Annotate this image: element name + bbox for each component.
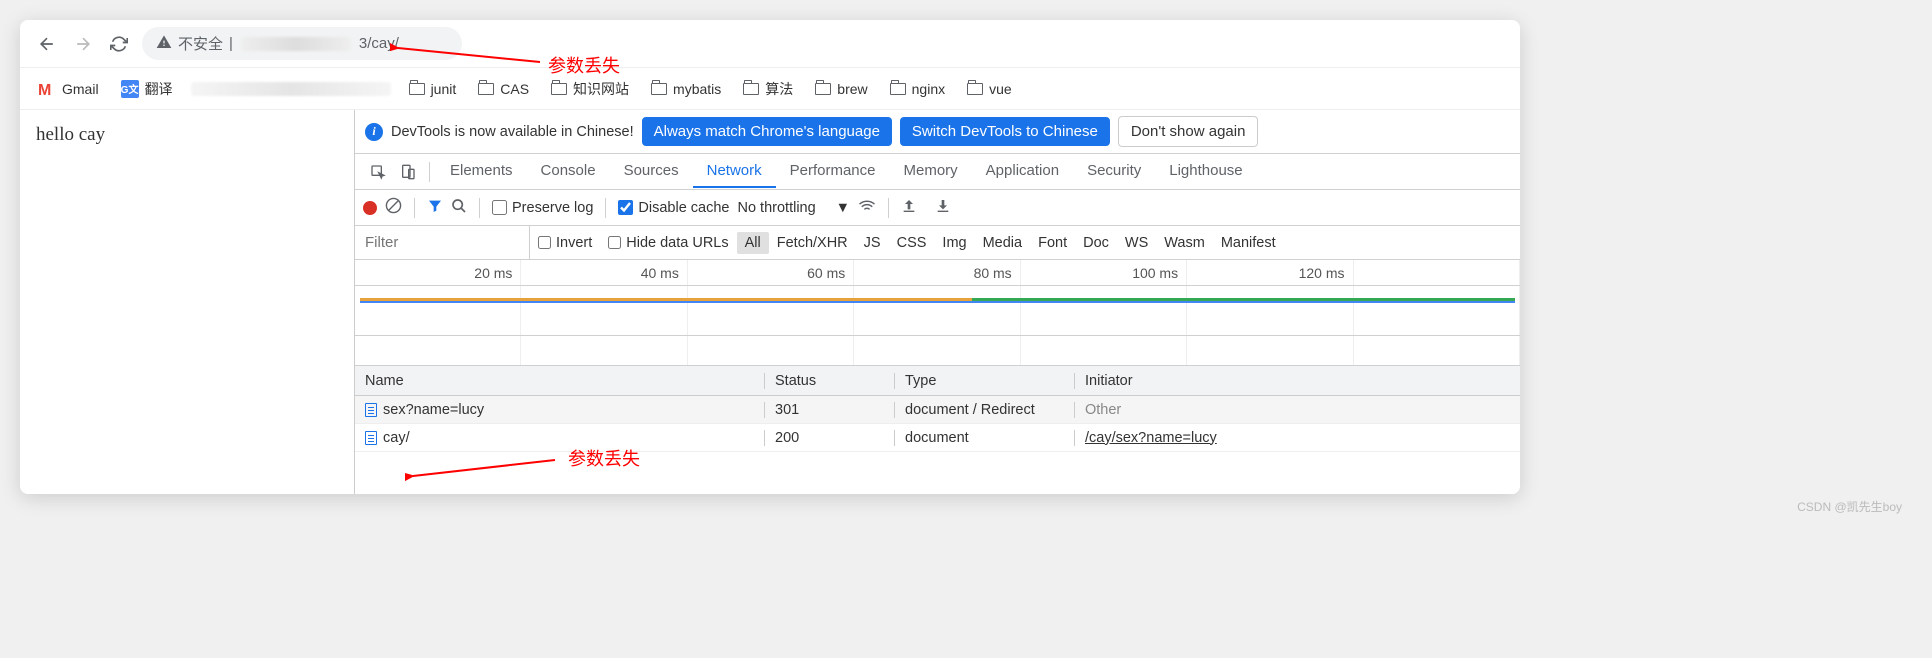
pill-doc[interactable]: Doc [1075, 232, 1117, 254]
bookmark-translate[interactable]: G文翻译 [117, 75, 177, 103]
page-content-pane: hello cay [20, 110, 355, 494]
tab-performance[interactable]: Performance [776, 155, 890, 188]
reload-button[interactable] [106, 31, 132, 57]
bookmark-folder-nginx[interactable]: nginx [886, 77, 949, 101]
disable-cache-checkbox[interactable]: Disable cache [618, 200, 729, 216]
tab-security[interactable]: Security [1073, 155, 1155, 188]
watermark: CSDN @凯先生boy [20, 494, 1912, 515]
tab-console[interactable]: Console [527, 155, 610, 188]
request-table-header: Name Status Type Initiator [355, 366, 1520, 396]
tab-application[interactable]: Application [972, 155, 1073, 188]
forward-button[interactable] [70, 31, 96, 57]
folder-icon [890, 83, 906, 95]
info-icon: i [365, 123, 383, 141]
tab-memory[interactable]: Memory [890, 155, 972, 188]
pill-css[interactable]: CSS [889, 232, 935, 254]
timeline-header: 20 ms 40 ms 60 ms 80 ms 100 ms 120 ms [355, 260, 1520, 286]
initiator-link[interactable]: /cay/sex?name=lucy [1085, 430, 1217, 446]
back-button[interactable] [34, 31, 60, 57]
bookmark-gmail[interactable]: Gmail [34, 77, 103, 101]
page-text: hello cay [36, 124, 338, 146]
bookmark-folder-algo[interactable]: 算法 [739, 75, 797, 103]
tab-lighthouse[interactable]: Lighthouse [1155, 155, 1256, 188]
bookmark-folder-brew[interactable]: brew [811, 77, 871, 101]
col-name[interactable]: Name [355, 373, 765, 389]
table-row[interactable]: cay/ 200 document /cay/sex?name=lucy [355, 424, 1520, 452]
folder-icon [967, 83, 983, 95]
bookmark-folder-mybatis[interactable]: mybatis [647, 77, 725, 101]
folder-icon [815, 83, 831, 95]
bookmark-blur [191, 82, 391, 96]
network-filter-row: Invert Hide data URLs All Fetch/XHR JS C… [355, 226, 1520, 260]
pill-img[interactable]: Img [934, 232, 974, 254]
pill-media[interactable]: Media [975, 232, 1031, 254]
col-initiator[interactable]: Initiator [1075, 373, 1520, 389]
bookmark-folder-cas[interactable]: CAS [474, 77, 533, 101]
hide-data-urls-checkbox[interactable]: Hide data URLs [600, 235, 736, 251]
bookmark-folder-knowledge[interactable]: 知识网站 [547, 75, 633, 103]
match-language-button[interactable]: Always match Chrome's language [642, 117, 892, 146]
tab-network[interactable]: Network [693, 155, 776, 188]
col-type[interactable]: Type [895, 373, 1075, 389]
search-icon[interactable] [451, 198, 467, 217]
pill-font[interactable]: Font [1030, 232, 1075, 254]
table-row[interactable]: sex?name=lucy 301 document / Redirect Ot… [355, 396, 1520, 424]
pill-manifest[interactable]: Manifest [1213, 232, 1284, 254]
bookmark-folder-junit[interactable]: junit [405, 77, 461, 101]
devtools-pane: i DevTools is now available in Chinese! … [355, 110, 1520, 494]
download-icon[interactable] [935, 198, 951, 217]
devtools-tabs: Elements Console Sources Network Perform… [355, 154, 1520, 190]
preserve-log-checkbox[interactable]: Preserve log [492, 200, 593, 216]
pill-ws[interactable]: WS [1117, 232, 1156, 254]
url-path: 3/cay/ [359, 35, 399, 52]
upload-icon[interactable] [901, 198, 917, 217]
folder-icon [409, 83, 425, 95]
record-button[interactable] [363, 201, 377, 215]
info-text: DevTools is now available in Chinese! [391, 124, 634, 140]
translate-icon: G文 [121, 80, 139, 98]
tab-elements[interactable]: Elements [436, 155, 527, 188]
bookmark-folder-vue[interactable]: vue [963, 77, 1016, 101]
invert-checkbox[interactable]: Invert [530, 235, 600, 251]
browser-window: 不安全 | 3/cay/ Gmail G文翻译 junit CAS 知识网站 m… [20, 20, 1520, 494]
url-host-blur [241, 37, 351, 51]
pill-all[interactable]: All [737, 232, 769, 254]
document-icon [365, 403, 377, 417]
device-icon[interactable] [397, 161, 419, 183]
pill-wasm[interactable]: Wasm [1156, 232, 1213, 254]
insecure-label: 不安全 [178, 33, 223, 54]
throttling-select[interactable]: No throttling▼ [737, 200, 850, 216]
clear-button[interactable] [385, 197, 402, 219]
document-icon [365, 431, 377, 445]
tab-sources[interactable]: Sources [610, 155, 693, 188]
pill-js[interactable]: JS [856, 232, 889, 254]
pill-fetch[interactable]: Fetch/XHR [769, 232, 856, 254]
timeline-scroll [355, 336, 1520, 366]
main-split: hello cay i DevTools is now available in… [20, 110, 1520, 494]
dont-show-button[interactable]: Don't show again [1118, 116, 1259, 147]
col-status[interactable]: Status [765, 373, 895, 389]
url-bar-row: 不安全 | 3/cay/ [20, 20, 1520, 68]
switch-chinese-button[interactable]: Switch DevTools to Chinese [900, 117, 1110, 146]
bookmarks-bar: Gmail G文翻译 junit CAS 知识网站 mybatis 算法 bre… [20, 68, 1520, 110]
folder-icon [743, 83, 759, 95]
timeline-body[interactable] [355, 286, 1520, 336]
folder-icon [651, 83, 667, 95]
insecure-icon [156, 34, 172, 53]
folder-icon [478, 83, 494, 95]
filter-input[interactable] [355, 226, 530, 259]
url-field[interactable]: 不安全 | 3/cay/ [142, 27, 462, 60]
inspect-icon[interactable] [367, 161, 389, 183]
devtools-info-bar: i DevTools is now available in Chinese! … [355, 110, 1520, 154]
gmail-icon [38, 82, 56, 96]
filter-toggle-icon[interactable] [427, 198, 443, 217]
network-controls: Preserve log Disable cache No throttling… [355, 190, 1520, 226]
network-conditions-icon[interactable] [858, 197, 876, 218]
folder-icon [551, 83, 567, 95]
